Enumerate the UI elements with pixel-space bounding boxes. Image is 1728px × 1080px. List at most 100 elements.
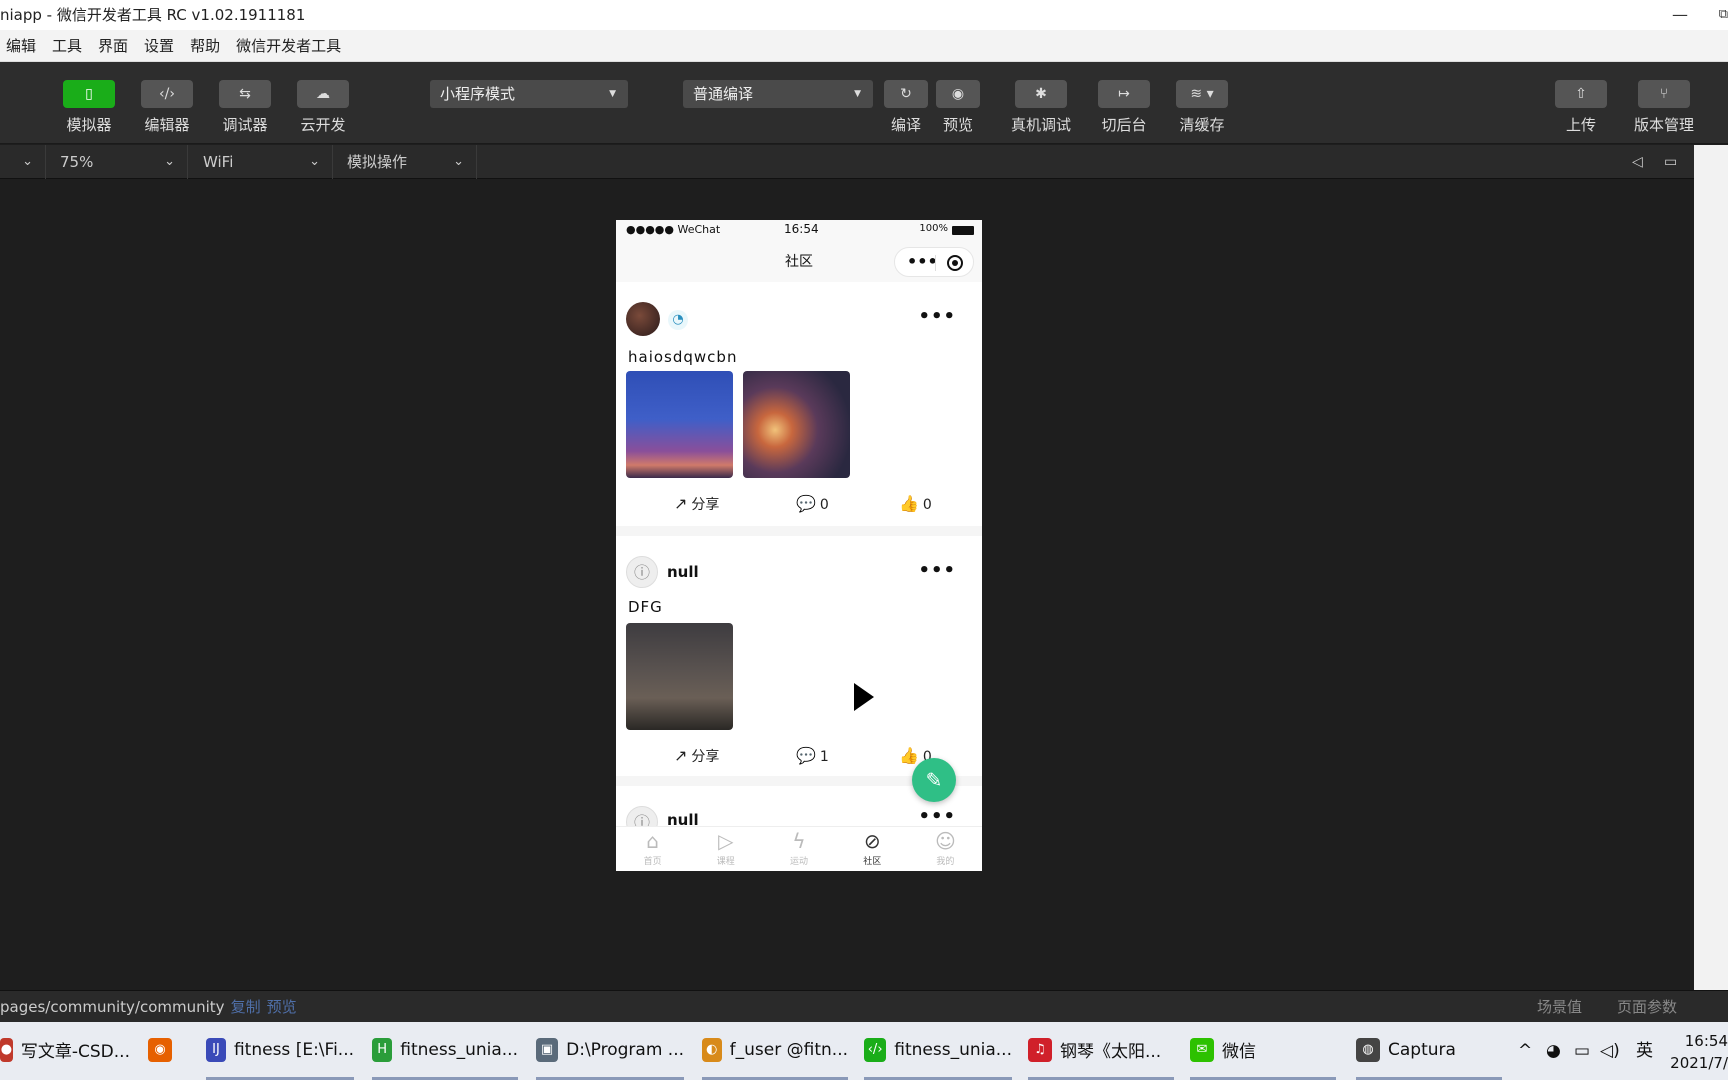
task-wechat[interactable]: ✉ 微信 bbox=[1190, 1022, 1336, 1080]
network-select[interactable]: WiFi ⌄ bbox=[189, 145, 333, 179]
compile-select[interactable]: 普通编译 ▼ bbox=[683, 80, 873, 108]
editor-button[interactable]: ‹/› 编辑器 bbox=[132, 80, 202, 135]
task-label: 微信 bbox=[1222, 1042, 1256, 1062]
compose-button[interactable]: ✎ bbox=[912, 758, 956, 802]
qq-icon[interactable]: ◕ bbox=[1546, 1022, 1561, 1080]
comment-button[interactable]: 💬 0 bbox=[796, 494, 829, 513]
task-hbuilder[interactable]: Hfitness_unia... bbox=[372, 1022, 518, 1080]
more-icon[interactable]: ••• bbox=[918, 306, 956, 327]
debugger-button[interactable]: ⇆ 调试器 bbox=[210, 80, 280, 135]
menu-devtools[interactable]: 微信开发者工具 bbox=[236, 35, 341, 56]
mode-select[interactable]: 小程序模式 ▼ bbox=[430, 80, 628, 108]
tab-home[interactable]: ⌂ 首页 bbox=[616, 827, 689, 871]
play-icon: ▷ bbox=[718, 829, 734, 853]
username[interactable]: null bbox=[667, 563, 699, 581]
scene-value-tab[interactable]: 场景值 bbox=[1537, 991, 1582, 1023]
post-text: DFG bbox=[628, 598, 663, 616]
layers-icon: ≋ ▾ bbox=[1176, 80, 1228, 108]
sim-ops-select[interactable]: 模拟操作 ⌄ bbox=[333, 145, 477, 179]
mode-select-value: 小程序模式 bbox=[440, 85, 516, 103]
version-button[interactable]: ⑂ 版本管理 bbox=[1629, 80, 1699, 135]
menu-settings[interactable]: 设置 bbox=[144, 35, 174, 56]
clear-cache-button[interactable]: ≋ ▾ 清缓存 bbox=[1167, 80, 1237, 135]
remote-debug-button[interactable]: ✱ 真机调试 bbox=[1006, 80, 1076, 135]
simulator-button[interactable]: ▯ 模拟器 bbox=[54, 80, 124, 135]
more-icon[interactable]: ••• bbox=[918, 560, 956, 581]
volume-tray-icon[interactable]: ◁) bbox=[1600, 1022, 1620, 1080]
battery-icon bbox=[952, 226, 974, 235]
task-music[interactable]: ♫ 钢琴《太阳... bbox=[1028, 1022, 1174, 1080]
bug-icon: ✱ bbox=[1015, 80, 1067, 108]
background-button[interactable]: ↦ 切后台 bbox=[1089, 80, 1159, 135]
device-select[interactable]: ⌄ bbox=[0, 145, 46, 179]
menu-tools[interactable]: 工具 bbox=[52, 35, 82, 56]
post-image[interactable] bbox=[626, 623, 733, 730]
taskbar: ● 写文章-CSD... ◉ IJ fitness [E:\Fi... Hfitne… bbox=[0, 1022, 1728, 1080]
comment-count: 0 bbox=[819, 497, 829, 513]
preview-button[interactable]: ◉ 预览 bbox=[923, 80, 993, 135]
share-button[interactable]: ↗ 分享 bbox=[674, 494, 719, 514]
zoom-select[interactable]: 75% ⌄ bbox=[46, 145, 188, 179]
upload-button[interactable]: ⇧ 上传 bbox=[1546, 80, 1616, 135]
copy-link[interactable]: 复制 bbox=[231, 998, 261, 1016]
share-button[interactable]: ↗ 分享 bbox=[674, 746, 719, 766]
post-image[interactable] bbox=[743, 371, 850, 478]
eye-icon: ◉ bbox=[936, 80, 980, 108]
nav-bar: 社区 ••• bbox=[616, 240, 982, 282]
like-button[interactable]: 👍 0 bbox=[899, 494, 932, 513]
menu-view[interactable]: 界面 bbox=[98, 35, 128, 56]
like-count: 0 bbox=[922, 497, 932, 513]
tab-mine[interactable]: ☺ 我的 bbox=[909, 827, 982, 871]
restore-button[interactable]: ⧉ bbox=[1719, 0, 1728, 30]
clock-time: 16:54 bbox=[1684, 1032, 1728, 1050]
more-dots-icon[interactable]: ••• bbox=[907, 252, 938, 271]
ime-indicator[interactable]: 英 bbox=[1636, 1022, 1653, 1080]
clock[interactable]: 16:54 2021/7/ bbox=[1670, 1030, 1728, 1074]
mouse-cursor-icon bbox=[854, 683, 874, 711]
task-wechat-devtools[interactable]: ‹/› fitness_unia... bbox=[864, 1022, 1012, 1080]
more-icon[interactable]: ••• bbox=[918, 806, 956, 827]
minimize-button[interactable]: — bbox=[1672, 0, 1688, 30]
simulator-label: 模拟器 bbox=[66, 116, 112, 134]
task-label: fitness_unia... bbox=[400, 1039, 518, 1060]
tab-community[interactable]: ⊘ 社区 bbox=[836, 827, 909, 871]
task-label: 写文章-CSD... bbox=[20, 1042, 130, 1062]
page-path-text: pages/community/community bbox=[0, 998, 225, 1016]
share-icon: ↗ bbox=[674, 746, 688, 765]
preview-link[interactable]: 预览 bbox=[267, 998, 297, 1016]
avatar[interactable] bbox=[626, 302, 660, 336]
tab-exercise[interactable]: ϟ 运动 bbox=[762, 827, 835, 871]
alert-avatar-icon[interactable]: ⓘ bbox=[626, 556, 658, 588]
editor-label: 编辑器 bbox=[144, 116, 190, 134]
zoom-value: 75% bbox=[60, 153, 94, 171]
version-label: 版本管理 bbox=[1633, 116, 1694, 134]
task-navicat[interactable]: ◐ f_user @fitn... bbox=[702, 1022, 848, 1080]
tab-courses[interactable]: ▷ 课程 bbox=[689, 827, 762, 871]
tab-label: 运动 bbox=[790, 857, 809, 867]
lightning-icon: ϟ bbox=[792, 829, 806, 853]
window-icon[interactable]: ▭ bbox=[1664, 145, 1677, 179]
task-firefox[interactable]: ◉ bbox=[148, 1022, 188, 1080]
cloud-button[interactable]: ☁ 云开发 bbox=[288, 80, 358, 135]
task-explorer[interactable]: ▣ D:\Program ... bbox=[536, 1022, 684, 1080]
post-card[interactable]: ⓘ null ••• DFG ↗ 分享 💬 1 👍 0 bbox=[616, 536, 982, 776]
tray-expand-icon[interactable]: ^ bbox=[1518, 1022, 1532, 1080]
task-idea[interactable]: IJ fitness [E:\Fi... bbox=[206, 1022, 354, 1080]
chevron-down-icon: ⌄ bbox=[309, 154, 320, 169]
close-capsule-icon[interactable] bbox=[947, 255, 963, 271]
menu-help[interactable]: 帮助 bbox=[190, 35, 220, 56]
compile-label: 编译 bbox=[890, 116, 921, 134]
share-label: 分享 bbox=[691, 497, 720, 513]
chevron-down-icon: ⌄ bbox=[453, 154, 464, 169]
battery-tray-icon[interactable]: ▭ bbox=[1574, 1022, 1590, 1080]
comment-button[interactable]: 💬 1 bbox=[796, 746, 829, 765]
menu-edit[interactable]: 编辑 bbox=[6, 35, 36, 56]
volume-icon[interactable]: ◁ bbox=[1632, 145, 1643, 179]
task-csdn[interactable]: ● 写文章-CSD... bbox=[0, 1022, 130, 1080]
bottom-status-bar: pages/community/community 复制 预览 场景值 页面参数 bbox=[0, 990, 1728, 1022]
post-card[interactable]: ◔ ••• haiosdqwcbn ↗ 分享 💬 0 👍 0 bbox=[616, 282, 982, 526]
caret-down-icon: ▼ bbox=[854, 89, 861, 99]
page-params-tab[interactable]: 页面参数 bbox=[1617, 991, 1677, 1023]
task-captura[interactable]: ◍ Captura bbox=[1356, 1022, 1502, 1080]
post-image[interactable] bbox=[626, 371, 733, 478]
